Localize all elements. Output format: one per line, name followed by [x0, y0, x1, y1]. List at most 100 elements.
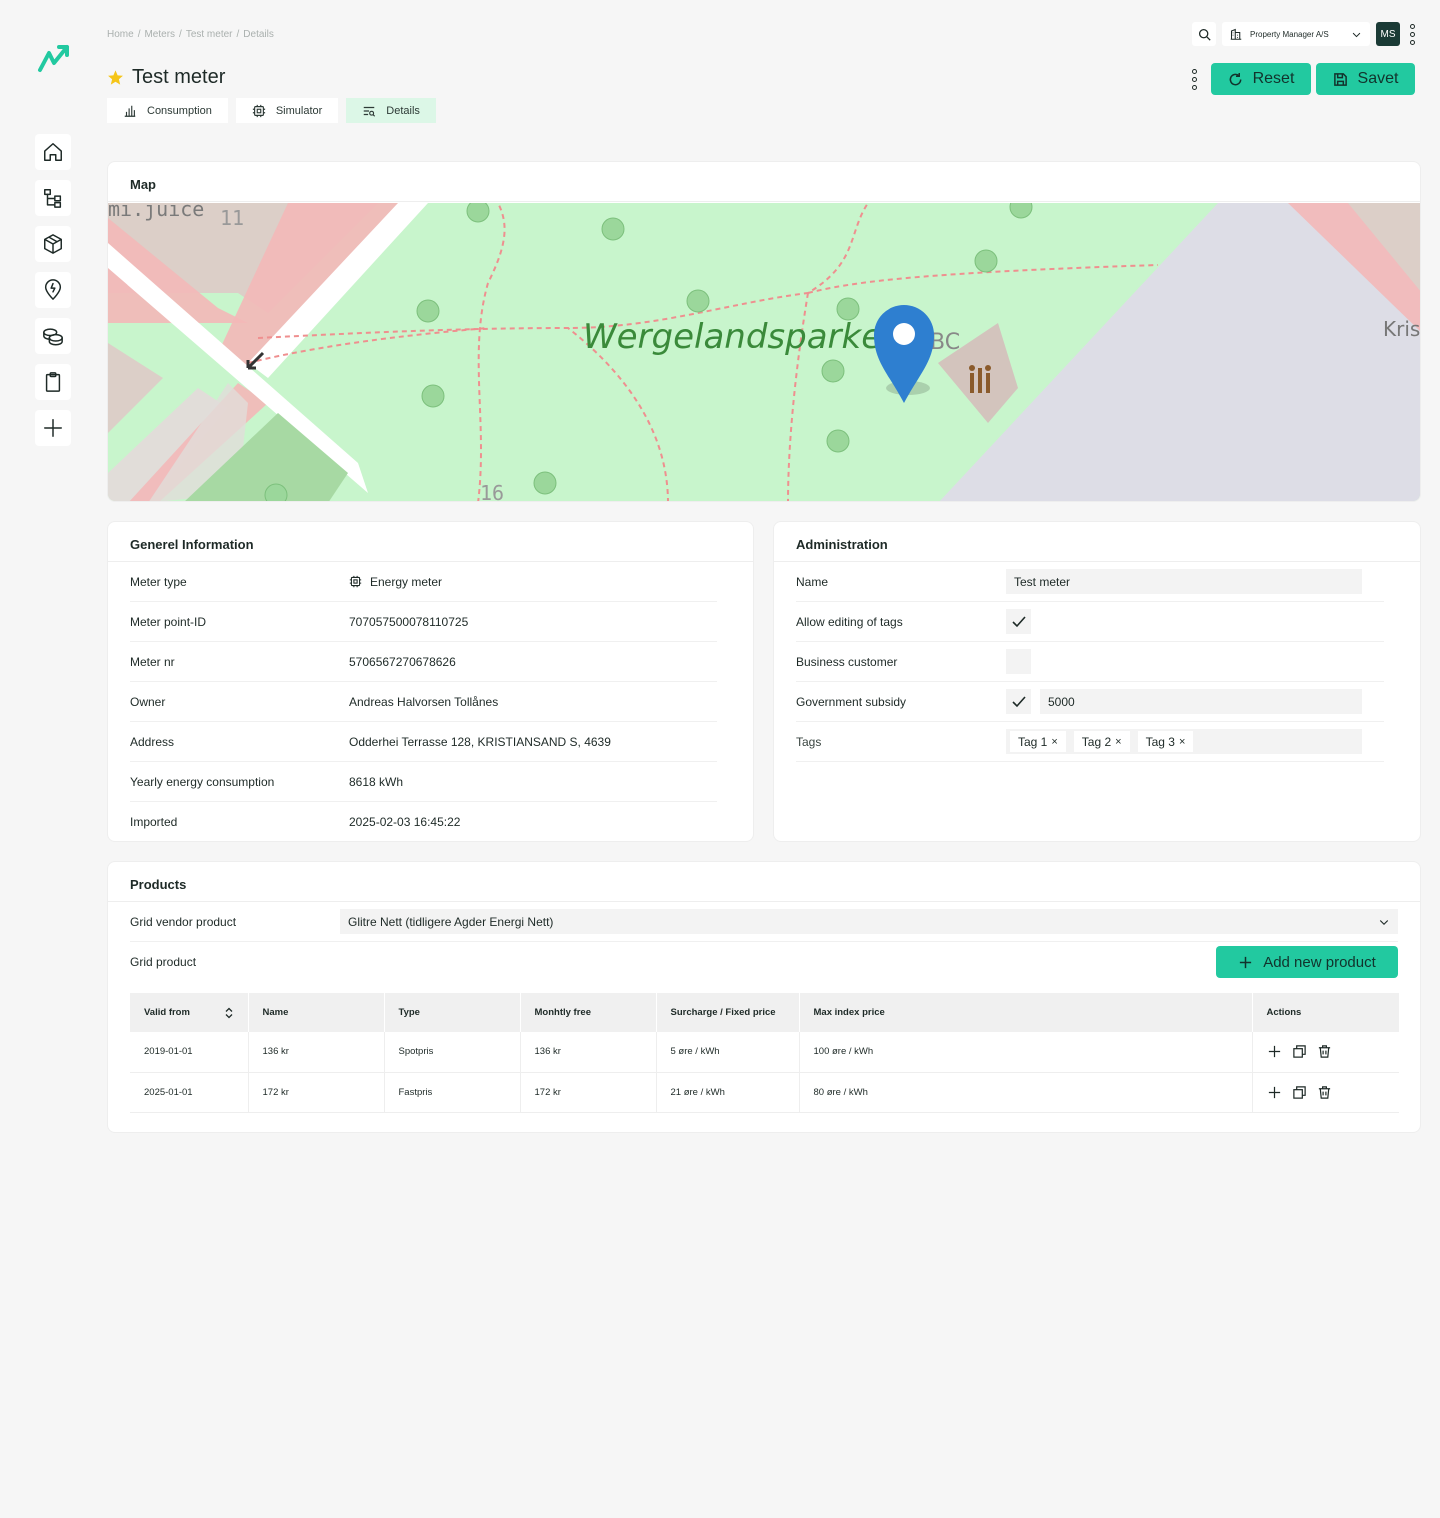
check-icon	[1011, 695, 1026, 707]
tab-details[interactable]: Details	[346, 98, 436, 123]
business-customer-checkbox[interactable]	[1006, 649, 1031, 674]
tab-simulator[interactable]: Simulator	[235, 98, 339, 123]
info-label: Meter type	[130, 574, 187, 589]
tab-label: Simulator	[275, 104, 323, 117]
map-number-label: 11	[220, 206, 244, 230]
cell-name: 172 kr	[248, 1072, 385, 1113]
hierarchy-icon	[44, 189, 62, 208]
cube-icon	[44, 234, 62, 254]
column-header-valid-from[interactable]: Valid from	[130, 993, 249, 1032]
breadcrumb-home[interactable]: Home	[107, 29, 134, 40]
info-row-owner: Owner Andreas Halvorsen Tollånes	[130, 682, 717, 722]
admin-row-business-customer: Business customer	[796, 642, 1384, 682]
info-value: Odderhei Terrasse 128, KRISTIANSAND S, 4…	[349, 734, 611, 749]
tags-input[interactable]: Tag 1 × Tag 2 × Tag 3 ×	[1006, 729, 1362, 754]
add-icon[interactable]	[1267, 1044, 1282, 1059]
organization-select[interactable]: Property Manager A/S	[1222, 22, 1370, 46]
info-row-imported: Imported 2025-02-03 16:45:22	[130, 802, 717, 841]
chip-icon	[349, 575, 362, 588]
cell-surcharge: 21 øre / kWh	[656, 1072, 800, 1113]
tag-chip: Tag 3 ×	[1137, 731, 1194, 752]
cell-actions	[1252, 1072, 1400, 1113]
location-bolt-icon	[44, 279, 62, 300]
save-button[interactable]: Savet	[1316, 63, 1415, 95]
grid-vendor-select[interactable]: Glitre Nett (tidligere Agder Energi Nett…	[340, 909, 1398, 934]
admin-label: Business customer	[796, 654, 898, 669]
close-icon[interactable]: ×	[1051, 736, 1057, 748]
top-more-menu-icon[interactable]	[1406, 22, 1418, 46]
info-value: Andreas Halvorsen Tollånes	[349, 694, 499, 709]
check-icon	[1011, 615, 1026, 627]
close-icon[interactable]: ×	[1115, 736, 1121, 748]
star-icon[interactable]	[107, 69, 124, 86]
nav-finance[interactable]	[35, 318, 71, 354]
add-new-product-button[interactable]: Add new product	[1216, 946, 1398, 978]
trash-icon[interactable]	[1317, 1044, 1332, 1059]
copy-icon[interactable]	[1292, 1085, 1307, 1100]
grid-product-table: Valid from Name Type Monhtly free Surcha…	[130, 993, 1399, 1113]
cell-valid-from: 2019-01-01	[130, 1032, 249, 1073]
copy-icon[interactable]	[1292, 1044, 1307, 1059]
plus-icon	[44, 419, 62, 437]
page-more-menu-icon[interactable]	[1188, 67, 1200, 91]
breadcrumb-details: Details	[243, 29, 274, 40]
nav-home[interactable]	[35, 134, 71, 170]
column-header-max-index: Max index price	[799, 993, 1253, 1032]
products-card: Products Grid vendor product Glitre Nett…	[107, 861, 1421, 1133]
row-actions	[1267, 1085, 1400, 1100]
grid-vendor-row: Grid vendor product Glitre Nett (tidlige…	[130, 902, 1398, 942]
nav-meters[interactable]	[35, 272, 71, 308]
column-header-actions: Actions	[1252, 993, 1399, 1032]
tab-consumption[interactable]: Consumption	[107, 98, 228, 123]
title-row: Test meter	[107, 66, 225, 89]
cell-actions	[1252, 1032, 1399, 1073]
info-label: Address	[130, 734, 175, 749]
app-logo-icon[interactable]	[37, 43, 71, 73]
map-view[interactable]: Wergelandsparken mi.juice 11 16 Kris BC	[108, 203, 1421, 502]
avatar[interactable]: MS	[1376, 22, 1400, 46]
admin-card-title: Administration	[774, 522, 1420, 562]
info-label: Yearly energy consumption	[130, 774, 275, 789]
nav-hierarchy[interactable]	[35, 180, 71, 216]
products-card-title: Products	[108, 862, 1420, 902]
info-label: Meter nr	[130, 654, 175, 669]
column-header-surcharge: Surcharge / Fixed price	[656, 993, 800, 1032]
admin-label: Government subsidy	[796, 694, 907, 709]
add-icon[interactable]	[1267, 1085, 1282, 1100]
tab-bar: Consumption Simulator Details	[107, 98, 436, 123]
breadcrumb-test-meter[interactable]: Test meter	[186, 29, 233, 40]
organization-name: Property Manager A/S	[1250, 29, 1329, 39]
breadcrumb-separator: /	[179, 29, 182, 40]
info-label: Imported	[130, 815, 178, 829]
search-button[interactable]	[1192, 22, 1216, 46]
nav-products[interactable]	[35, 226, 71, 262]
general-information-card: Generel Information Meter type Energy me…	[107, 521, 754, 842]
administration-card: Administration Name Test meter Allow edi…	[773, 521, 1421, 842]
allow-tags-checkbox[interactable]	[1006, 609, 1031, 634]
breadcrumb-separator: /	[137, 29, 141, 40]
tag-chip: Tag 2 ×	[1073, 731, 1130, 752]
subsidy-checkbox[interactable]	[1006, 689, 1031, 714]
save-icon	[1333, 72, 1347, 86]
trash-icon[interactable]	[1317, 1085, 1332, 1100]
sort-icon[interactable]	[224, 1007, 234, 1019]
admin-row-tags: Tags Tag 1 × Tag 2 × Tag 3 ×	[796, 722, 1384, 762]
map-park-label: Wergelandsparken	[583, 317, 904, 357]
breadcrumb-meters[interactable]: Meters	[144, 29, 175, 40]
subsidy-input[interactable]: 5000	[1040, 689, 1362, 714]
info-value: 5706567270678626	[349, 654, 456, 669]
grid-vendor-label: Grid vendor product	[130, 914, 237, 929]
column-header-type: Type	[384, 993, 521, 1032]
add-product-label: Add new product	[1263, 953, 1376, 971]
name-input[interactable]: Test meter	[1006, 569, 1362, 594]
grid-product-row: Grid product Add new product	[130, 942, 1398, 982]
map-edge-label: Kris	[1383, 317, 1420, 341]
reset-button[interactable]: Reset	[1211, 63, 1311, 95]
cell-monthly-fee: 172 kr	[520, 1072, 657, 1113]
close-icon[interactable]: ×	[1179, 736, 1185, 748]
nav-add[interactable]	[35, 410, 71, 446]
chip-icon	[252, 104, 265, 117]
nav-reports[interactable]	[35, 364, 71, 400]
info-value: 707057500078110725	[349, 614, 469, 629]
cell-valid-from: 2025-01-01	[130, 1072, 249, 1113]
